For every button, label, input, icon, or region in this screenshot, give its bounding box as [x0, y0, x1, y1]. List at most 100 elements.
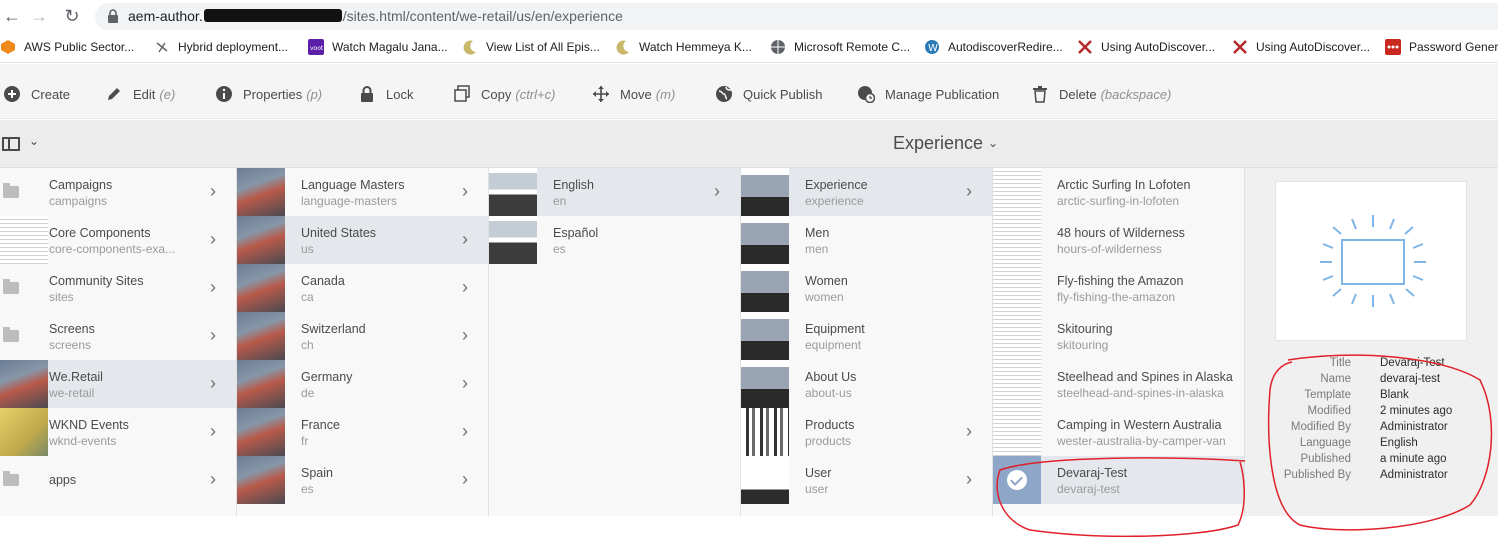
- chevron-right-icon[interactable]: ›: [462, 229, 468, 250]
- properties-button[interactable]: Properties (p): [215, 85, 322, 103]
- column-item[interactable]: We.Retail we-retail ›: [0, 360, 236, 408]
- move-arrows-icon: [593, 86, 609, 102]
- manage-publication-button[interactable]: Manage Publication: [857, 85, 999, 103]
- chevron-down-icon[interactable]: ⌄: [29, 134, 39, 148]
- page-thumbnail: [489, 168, 537, 216]
- back-arrow-icon[interactable]: ←: [0, 4, 24, 28]
- column-item[interactable]: Campaigns campaigns ›: [0, 168, 236, 216]
- chevron-right-icon[interactable]: ›: [210, 277, 216, 298]
- bookmark-item[interactable]: Microsoft Remote C...: [770, 39, 910, 55]
- column-item[interactable]: Español es: [489, 216, 740, 264]
- page-title[interactable]: Experience: [893, 133, 983, 154]
- column-item[interactable]: apps ›: [0, 456, 236, 504]
- chevron-right-icon[interactable]: ›: [462, 469, 468, 490]
- column-item[interactable]: WKND Events wknd-events ›: [0, 408, 236, 456]
- column-item[interactable]: Women women: [741, 264, 992, 312]
- chevron-right-icon[interactable]: ›: [462, 373, 468, 394]
- page-thumbnail: [741, 168, 789, 216]
- quick-publish-label: Quick Publish: [743, 86, 823, 102]
- reload-icon[interactable]: ↻: [60, 4, 84, 28]
- chevron-right-icon[interactable]: ›: [462, 277, 468, 298]
- column-item[interactable]: Spain es ›: [237, 456, 488, 504]
- column-item[interactable]: Devaraj-Test devaraj-test: [993, 456, 1244, 504]
- bookmark-item[interactable]: AWS Public Sector...: [0, 39, 134, 55]
- rail-toggle-icon[interactable]: [2, 137, 20, 151]
- chevron-right-icon[interactable]: ›: [462, 181, 468, 202]
- column-item[interactable]: About Us about-us: [741, 360, 992, 408]
- properties-shortcut: (p): [306, 86, 323, 102]
- chevron-right-icon[interactable]: ›: [210, 325, 216, 346]
- column-item[interactable]: Equipment equipment: [741, 312, 992, 360]
- delete-shortcut: (backspace): [1100, 86, 1172, 102]
- copy-icon: [454, 85, 470, 102]
- column-item[interactable]: Skitouring skitouring: [993, 312, 1244, 360]
- item-name: user: [805, 482, 829, 496]
- column-item[interactable]: France fr ›: [237, 408, 488, 456]
- chevron-right-icon[interactable]: ›: [966, 421, 972, 442]
- column-item[interactable]: Products products ›: [741, 408, 992, 456]
- column-item[interactable]: Camping in Western Australia wester-austr…: [993, 408, 1244, 456]
- chevron-right-icon[interactable]: ›: [462, 421, 468, 442]
- chevron-right-icon[interactable]: ›: [462, 325, 468, 346]
- lock-icon: [108, 9, 118, 23]
- column-item[interactable]: English en ›: [489, 168, 740, 216]
- column-item[interactable]: 48 hours of Wilderness hours-of-wildernes…: [993, 216, 1244, 264]
- move-label: Move: [620, 86, 652, 102]
- column-item[interactable]: Screens screens ›: [0, 312, 236, 360]
- bookmark-item[interactable]: Watch Hemmeya K...: [615, 39, 752, 55]
- move-button[interactable]: Move (m): [592, 85, 675, 103]
- column-item[interactable]: Germany de ›: [237, 360, 488, 408]
- page-thumbnail: [237, 216, 285, 264]
- bookmark-item[interactable]: voot Watch Magalu Jana...: [308, 39, 448, 55]
- column-item[interactable]: Steelhead and Spines in Alaska steelhead-…: [993, 360, 1244, 408]
- column-item[interactable]: Fly-fishing the Amazon fly-fishing-the-am…: [993, 264, 1244, 312]
- column-item[interactable]: Arctic Surfing In Lofoten arctic-surfing-…: [993, 168, 1244, 216]
- column-item[interactable]: Men men: [741, 216, 992, 264]
- delete-button[interactable]: Delete (backspace): [1031, 85, 1171, 103]
- column-item[interactable]: Switzerland ch ›: [237, 312, 488, 360]
- meta-key: Modified: [1307, 405, 1351, 417]
- create-button[interactable]: Create: [3, 85, 70, 103]
- chevron-right-icon[interactable]: ›: [210, 229, 216, 250]
- address-bar[interactable]: aem-author. /sites.html/content/we-retail…: [95, 3, 1498, 30]
- item-name: skitouring: [1057, 338, 1109, 352]
- column-item[interactable]: Experience experience ›: [741, 168, 992, 216]
- chevron-right-icon[interactable]: ›: [210, 373, 216, 394]
- lock-button[interactable]: Lock: [358, 85, 413, 103]
- bookmark-item[interactable]: Using AutoDiscover...: [1232, 39, 1370, 55]
- chevron-right-icon[interactable]: ›: [210, 181, 216, 202]
- column-item[interactable]: United States us ›: [237, 216, 488, 264]
- copy-button[interactable]: Copy (ctrl+c): [453, 85, 555, 103]
- item-title: Screens: [49, 322, 95, 336]
- page-thumbnail: [237, 408, 285, 456]
- column-item[interactable]: Core Components core-components-exa... ›: [0, 216, 236, 264]
- plus-circle-icon: [4, 86, 20, 102]
- chevron-right-icon[interactable]: ›: [210, 421, 216, 442]
- bookmark-item[interactable]: Password Genera: [1385, 39, 1498, 55]
- chevron-right-icon[interactable]: ›: [714, 181, 720, 202]
- info-icon: [216, 86, 232, 102]
- column-item[interactable]: User user ›: [741, 456, 992, 504]
- quick-publish-button[interactable]: Quick Publish: [715, 85, 822, 103]
- item-title: Canada: [301, 274, 345, 288]
- chevron-right-icon[interactable]: ›: [966, 181, 972, 202]
- bookmark-item[interactable]: Using AutoDiscover...: [1077, 39, 1215, 55]
- bookmark-item[interactable]: W AutodiscoverRedire...: [924, 39, 1063, 55]
- bookmark-item[interactable]: View List of All Epis...: [462, 39, 600, 55]
- item-name: en: [553, 194, 567, 208]
- bookmark-item[interactable]: Hybrid deployment...: [154, 39, 288, 55]
- column-item[interactable]: Canada ca ›: [237, 264, 488, 312]
- folder-icon: [3, 471, 19, 486]
- item-name: wester-australia-by-camper-van: [1057, 434, 1226, 448]
- edit-button[interactable]: Edit (e): [105, 85, 175, 103]
- bookmark-label: View List of All Epis...: [486, 40, 600, 54]
- forward-arrow-icon[interactable]: →: [27, 4, 51, 28]
- item-name: es: [301, 482, 314, 496]
- chevron-down-icon[interactable]: ⌄: [988, 136, 998, 150]
- column-item[interactable]: Community Sites sites ›: [0, 264, 236, 312]
- column-item[interactable]: Language Masters language-masters ›: [237, 168, 488, 216]
- chevron-right-icon[interactable]: ›: [210, 469, 216, 490]
- checkmark-icon[interactable]: [1007, 470, 1027, 490]
- folder-icon: [3, 327, 19, 342]
- chevron-right-icon[interactable]: ›: [966, 469, 972, 490]
